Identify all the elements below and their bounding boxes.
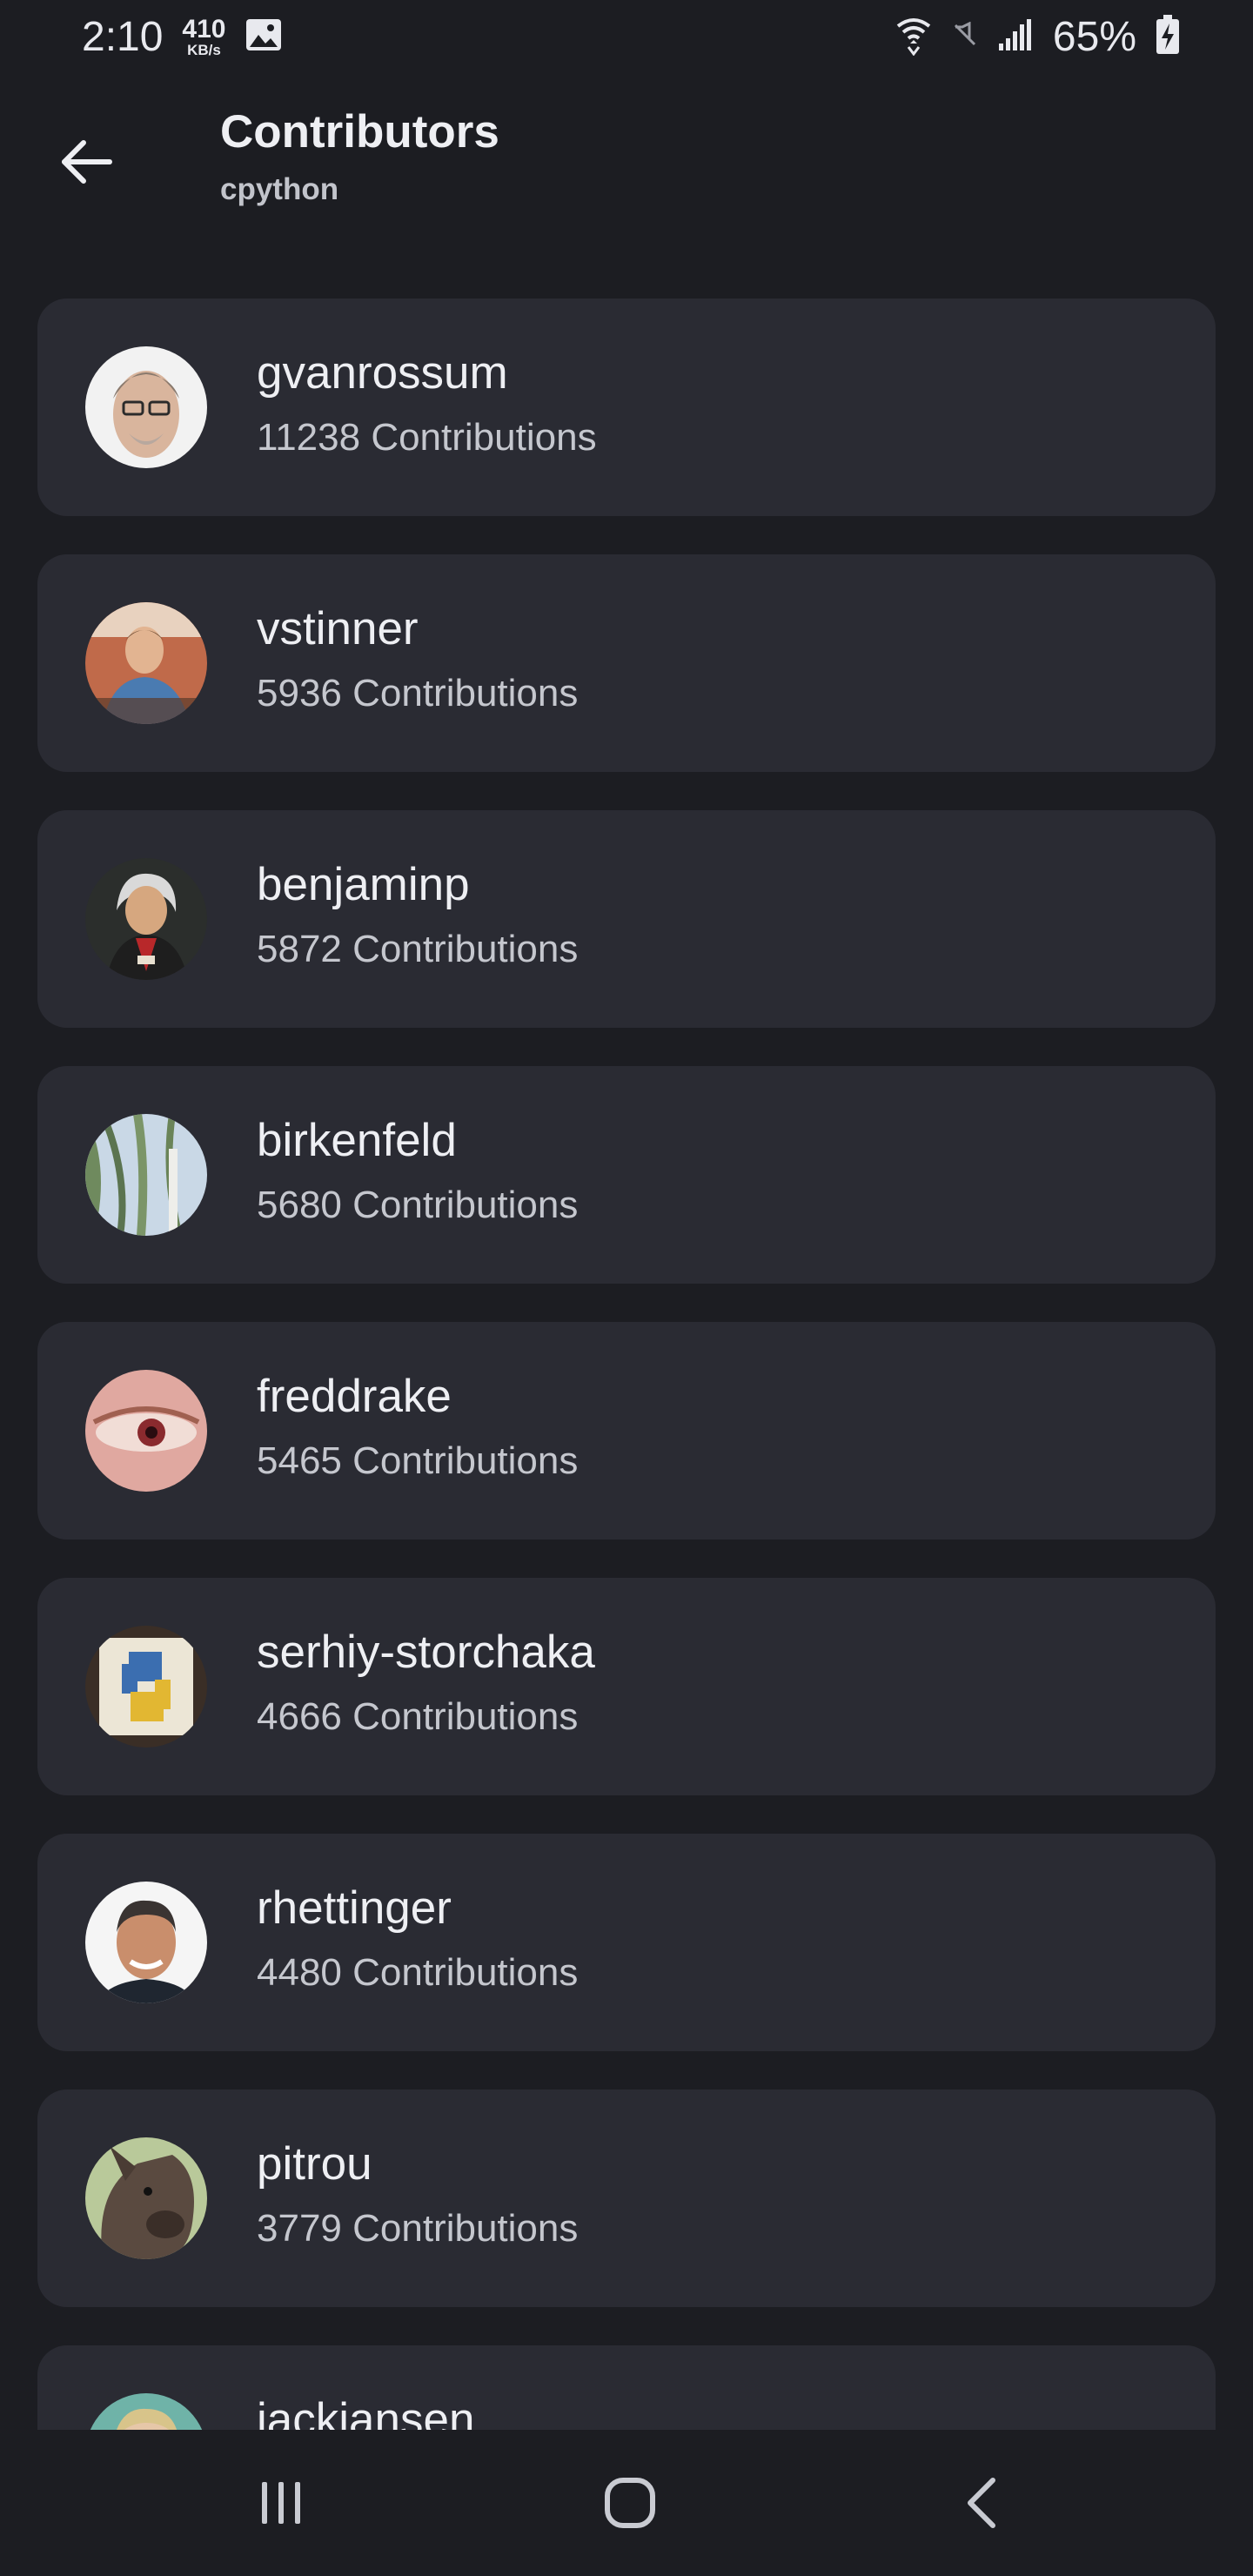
avatar (85, 858, 207, 980)
contributor-card[interactable]: birkenfeld 5680 Contributions (37, 1066, 1216, 1284)
avatar (85, 2393, 207, 2430)
contributor-name: jackjansen (257, 2394, 475, 2430)
home-icon (605, 2478, 655, 2528)
wifi-icon (895, 14, 933, 60)
status-right: 65% (895, 13, 1180, 61)
app-bar: Contributors cpython (0, 87, 1253, 226)
page-title: Contributors (220, 106, 499, 158)
contributor-name: rhettinger (257, 1882, 452, 1934)
contribution-count: 3779 Contributions (257, 2206, 579, 2250)
recents-button[interactable] (229, 2459, 333, 2546)
avatar (85, 1114, 207, 1236)
contributor-text: pitrou 3779 Contributions (257, 2138, 578, 2251)
contributor-name: benjaminp (257, 859, 470, 910)
contributor-card[interactable]: benjaminp 5872 Contributions (37, 810, 1216, 1028)
avatar (85, 1626, 207, 1748)
contribution-count: 5465 Contributions (257, 1439, 579, 1482)
contributor-name: freddrake (257, 1371, 452, 1422)
avatar (85, 346, 207, 468)
contributor-name: vstinner (257, 603, 419, 654)
back-button[interactable] (44, 120, 127, 204)
arrow-left-icon (62, 140, 112, 184)
system-nav-bar (0, 2430, 1253, 2576)
contribution-count: 4666 Contributions (257, 1694, 579, 1738)
contributor-name: serhiy-storchaka (257, 1627, 595, 1678)
repo-subtitle: cpython (220, 171, 339, 206)
battery-percent: 65% (1052, 13, 1136, 60)
network-speed-unit: KB/s (187, 41, 221, 58)
screen: 2:10 410 KB/s 65% Contributors cpython g… (0, 0, 1253, 2576)
battery-charging-icon (1156, 14, 1180, 59)
contributor-text: gvanrossum 11238 Contributions (257, 347, 597, 460)
avatar (85, 1882, 207, 2003)
avatar (85, 602, 207, 724)
contribution-count: 5680 Contributions (257, 1183, 579, 1226)
contribution-count: 5936 Contributions (257, 671, 579, 714)
contributor-name: pitrou (257, 2138, 372, 2190)
contributor-text: vstinner 5936 Contributions (257, 603, 578, 715)
avatar (85, 1370, 207, 1492)
nav-back-button[interactable] (929, 2459, 1034, 2546)
contributor-card[interactable]: jackjansen (37, 2345, 1216, 2430)
contributor-card[interactable]: gvanrossum 11238 Contributions (37, 299, 1216, 516)
contributors-list[interactable]: gvanrossum 11238 Contributions vstinner … (0, 299, 1253, 2430)
status-left: 2:10 410 KB/s (82, 13, 283, 61)
mute-icon (952, 21, 978, 52)
image-icon (245, 17, 283, 57)
contributor-text: benjaminp 5872 Contributions (257, 859, 578, 971)
avatar (85, 2137, 207, 2259)
recents-icon (262, 2482, 300, 2524)
contributor-card[interactable]: freddrake 5465 Contributions (37, 1322, 1216, 1540)
contributor-card[interactable]: vstinner 5936 Contributions (37, 554, 1216, 772)
contributor-name: birkenfeld (257, 1115, 457, 1166)
contributor-card[interactable]: rhettinger 4480 Contributions (37, 1834, 1216, 2051)
contributor-card[interactable]: pitrou 3779 Contributions (37, 2090, 1216, 2307)
contributor-card[interactable]: serhiy-storchaka 4666 Contributions (37, 1578, 1216, 1795)
contribution-count: 4480 Contributions (257, 1950, 579, 1994)
contributor-text: rhettinger 4480 Contributions (257, 1882, 578, 1995)
status-time: 2:10 (82, 13, 164, 60)
network-speed: 410 KB/s (182, 14, 226, 58)
contributor-text: freddrake 5465 Contributions (257, 1371, 578, 1483)
signal-icon (997, 17, 1034, 57)
title-block: Contributors cpython (220, 104, 499, 207)
nav-back-icon (968, 2478, 995, 2528)
contribution-count: 5872 Contributions (257, 927, 579, 970)
contributor-text: birkenfeld 5680 Contributions (257, 1115, 578, 1227)
contributors-list-inner: gvanrossum 11238 Contributions vstinner … (0, 299, 1253, 2430)
contributor-text: serhiy-storchaka 4666 Contributions (257, 1627, 595, 1739)
contributor-name: gvanrossum (257, 347, 508, 399)
contribution-count: 11238 Contributions (257, 415, 597, 459)
status-bar: 2:10 410 KB/s 65% (0, 0, 1253, 73)
contributor-text: jackjansen (257, 2394, 474, 2430)
home-button[interactable] (578, 2459, 682, 2546)
network-speed-value: 410 (182, 14, 226, 44)
